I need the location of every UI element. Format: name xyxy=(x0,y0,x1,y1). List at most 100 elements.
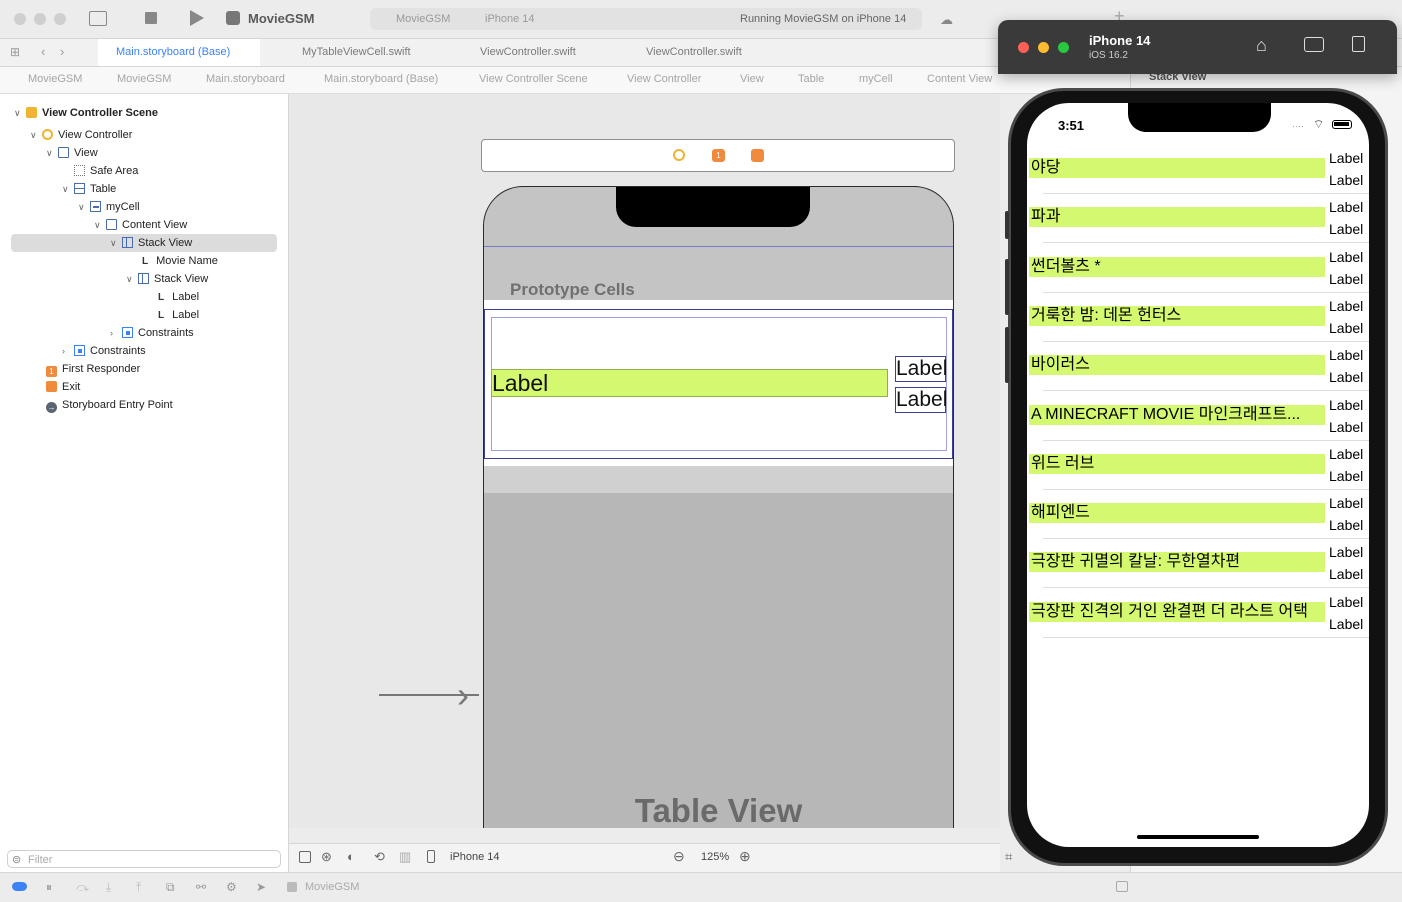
table-row[interactable]: 썬더볼츠 * Label Label xyxy=(1027,249,1369,298)
zoom-window-button[interactable] xyxy=(54,13,66,25)
zoom-out-icon[interactable]: ⊖ xyxy=(673,848,685,865)
outline-item-safe-area[interactable]: Safe Area xyxy=(62,162,138,180)
outline-item-view[interactable]: ∨ View xyxy=(46,144,98,162)
grid-icon[interactable]: ⊞ xyxy=(10,45,20,59)
view-hierarchy-icon[interactable]: ⧉ xyxy=(166,880,175,895)
table-row[interactable]: 극장판 귀멸의 칼날: 무한열차편 Label Label xyxy=(1027,544,1369,593)
jump-bar-item[interactable]: Main.storyboard xyxy=(206,73,285,85)
row-label-2: Label xyxy=(1329,319,1364,336)
table-row[interactable]: 파과 Label Label xyxy=(1027,199,1369,248)
rotate-icon[interactable] xyxy=(1352,36,1365,52)
jump-bar-item[interactable]: myCell xyxy=(859,73,893,85)
simulator-os-version: iOS 16.2 xyxy=(1089,50,1128,61)
outline-item-movie-name[interactable]: L Movie Name xyxy=(130,252,218,270)
view-controller-icon[interactable] xyxy=(673,149,685,161)
jump-bar-item[interactable]: View xyxy=(740,73,764,85)
debug-target[interactable]: MovieGSM xyxy=(305,881,359,893)
outline-filter-input[interactable]: Filter xyxy=(7,850,281,868)
outline-item-content-view[interactable]: ∨ Content View xyxy=(94,216,187,234)
outline-item-entry-point[interactable]: → Storyboard Entry Point xyxy=(46,396,173,414)
outline-item-label[interactable]: L Label xyxy=(146,306,199,324)
tab-viewcontroller-2[interactable]: ViewController.swift xyxy=(628,39,778,66)
step-into-icon[interactable]: ⤓ xyxy=(106,880,111,895)
stack-view-icon xyxy=(122,237,133,248)
jump-bar-item[interactable]: View Controller xyxy=(627,73,701,85)
scene-dock[interactable]: 1 xyxy=(481,139,955,172)
movie-name-label[interactable]: Label xyxy=(491,369,888,397)
outline-item-mycell[interactable]: ∨ myCell xyxy=(78,198,140,216)
table-row[interactable]: A MINECRAFT MOVIE 마인크래프트... Label Label xyxy=(1027,397,1369,446)
device-selector[interactable]: iPhone 14 xyxy=(450,851,500,863)
table-view-body[interactable] xyxy=(484,493,953,828)
jump-bar-item[interactable]: Content View xyxy=(927,73,992,85)
jump-bar-item[interactable]: MovieGSM xyxy=(117,73,171,85)
zoom-level: 125% xyxy=(701,851,730,863)
close-window-button[interactable] xyxy=(14,13,26,25)
outline-item-view-controller[interactable]: ∨ View Controller xyxy=(30,126,132,144)
home-icon[interactable]: ⌂ xyxy=(1256,35,1267,56)
debug-bar: ⏸ ⤼ ⤓ ⤒ ⧉ ⚯ ⚙ ➤ MovieGSM xyxy=(0,872,1402,902)
sim-zoom-button[interactable] xyxy=(1058,42,1069,53)
view-controller-canvas[interactable]: Prototype Cells Label Label Label Table … xyxy=(483,186,954,828)
outline-item-constraints[interactable]: › Constraints xyxy=(62,342,146,360)
pause-icon[interactable]: ⏸ xyxy=(46,880,52,895)
table-row[interactable]: 바이러스 Label Label xyxy=(1027,347,1369,396)
orientation-icon[interactable]: ⟲ xyxy=(374,849,385,865)
table-row[interactable]: 거룩한 밤: 데몬 헌터스 Label Label xyxy=(1027,298,1369,347)
table-row[interactable]: 위드 러브 Label Label xyxy=(1027,446,1369,495)
outline-item-exit[interactable]: Exit xyxy=(46,378,80,396)
console-toggle-icon[interactable] xyxy=(12,882,27,891)
storyboard-canvas[interactable]: 1 Prototype Cells Label Label Label Tabl… xyxy=(289,94,1000,828)
back-icon[interactable]: ‹ xyxy=(41,44,45,59)
table-row[interactable]: 해피엔드 Label Label xyxy=(1027,495,1369,544)
outline-item-first-responder[interactable]: 1 First Responder xyxy=(46,360,140,378)
outline-toggle-icon[interactable] xyxy=(299,851,311,863)
sim-close-button[interactable] xyxy=(1018,42,1029,53)
step-out-icon[interactable]: ⤒ xyxy=(136,880,141,895)
tab-viewcontroller-1[interactable]: ViewController.swift xyxy=(462,39,612,66)
outline-item-stack-view[interactable]: ∨ Stack View xyxy=(126,270,208,288)
zoom-in-icon[interactable]: ⊕ xyxy=(739,848,751,865)
movie-name-label: A MINECRAFT MOVIE 마인크래프트... xyxy=(1029,404,1325,425)
home-indicator xyxy=(1137,835,1259,839)
jump-bar-item[interactable]: Main.storyboard (Base) xyxy=(324,73,438,85)
step-over-icon[interactable]: ⤼ xyxy=(76,880,89,895)
jump-bar-item[interactable]: View Controller Scene xyxy=(479,73,588,85)
table-row[interactable]: 극장판 진격의 거인 완결편 더 라스트 어택 Label Label xyxy=(1027,594,1369,643)
outline-item-constraints[interactable]: › Constraints xyxy=(110,324,194,342)
right-label-2[interactable]: Label xyxy=(895,387,947,413)
scheme-selector[interactable]: MovieGSM xyxy=(396,13,450,25)
location-icon[interactable]: ➤ xyxy=(256,880,266,894)
layout-icon[interactable]: ▥ xyxy=(399,849,411,865)
embed-icon[interactable]: ⌗ xyxy=(1005,849,1012,865)
appearance-icon[interactable]: ◐ xyxy=(347,849,355,864)
memory-graph-icon[interactable]: ⚯ xyxy=(196,880,206,894)
table-row[interactable]: 야당 Label Label xyxy=(1027,150,1369,199)
tab-mytableviewcell[interactable]: MyTableViewCell.swift xyxy=(284,39,444,66)
screenshot-icon[interactable] xyxy=(1304,37,1324,52)
accessibility-icon[interactable]: ⊛ xyxy=(321,849,332,865)
outline-item-table[interactable]: ∨ Table xyxy=(62,180,116,198)
outline-item-stack-view-selected[interactable]: ∨ Stack View xyxy=(11,234,277,252)
right-label-1[interactable]: Label xyxy=(895,356,947,382)
label-icon: L xyxy=(142,256,149,267)
simulator-screen[interactable]: 3:51 ···· ⌔ 야당 Label Label 파과 Label Label 썬더볼츠… xyxy=(1027,103,1369,847)
outline-item-scene[interactable]: ∨ View Controller Scene xyxy=(14,104,158,122)
stop-button[interactable] xyxy=(145,12,157,24)
outline-item-label[interactable]: L Label xyxy=(146,288,199,306)
minimize-window-button[interactable] xyxy=(34,13,46,25)
exit-icon[interactable] xyxy=(751,149,764,162)
first-responder-icon[interactable]: 1 xyxy=(712,149,725,162)
sidebar-toggle-icon[interactable] xyxy=(89,11,107,26)
run-button[interactable] xyxy=(190,10,204,26)
sim-minimize-button[interactable] xyxy=(1038,42,1049,53)
panel-toggle-icon[interactable] xyxy=(1116,881,1128,892)
environment-icon[interactable]: ⚙ xyxy=(226,880,237,894)
jump-bar-item[interactable]: Table xyxy=(798,73,824,85)
destination-selector[interactable]: iPhone 14 xyxy=(485,13,535,25)
movie-name-label: 야당 xyxy=(1029,158,1325,178)
forward-icon[interactable]: › xyxy=(60,44,64,59)
jump-bar-item[interactable]: MovieGSM xyxy=(28,73,82,85)
tab-main-storyboard[interactable]: Main.storyboard (Base) xyxy=(98,39,260,66)
view-controller-icon xyxy=(42,129,53,140)
